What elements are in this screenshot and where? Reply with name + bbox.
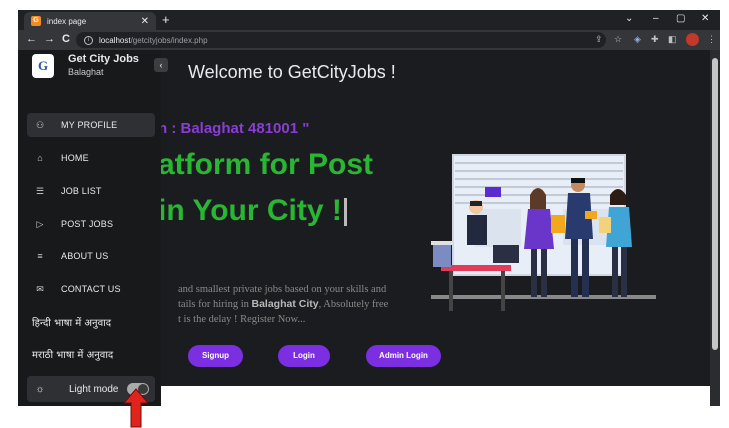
home-icon: ⌂	[37, 153, 43, 163]
tab-strip: G index page ✕ + ⌄ – ▢ ✕	[18, 10, 720, 30]
profile-avatar[interactable]	[686, 33, 699, 46]
close-window-button[interactable]: ✕	[701, 13, 709, 24]
tab-title: index page	[47, 16, 87, 26]
office-team-illustration	[431, 154, 656, 311]
scrollbar-thumb[interactable]	[712, 58, 718, 350]
sidebar-header: G Get City Jobs Balaghat	[18, 50, 161, 94]
browser-toolbar: ← → C i localhost/getcityjobs/index.php …	[18, 30, 720, 50]
share-icon[interactable]: ⇪	[595, 34, 603, 44]
translate-hindi-link[interactable]: हिन्दी भाषा में अनुवाद	[32, 315, 111, 329]
menu-dots-icon[interactable]: ⋮	[707, 34, 716, 44]
brand-city: Balaghat	[68, 67, 104, 77]
puzzle-extensions-icon[interactable]: ✚	[651, 34, 659, 44]
back-button[interactable]: ←	[26, 33, 37, 45]
city-line: n : Balaghat 481001 "	[158, 120, 310, 137]
maximize-button[interactable]: ▢	[676, 13, 685, 24]
signup-button[interactable]: Signup	[188, 345, 243, 367]
sidebar-item-home[interactable]: ⌂ HOME	[27, 146, 155, 170]
login-button[interactable]: Login	[278, 345, 330, 367]
light-mode-label: Light mode	[69, 383, 119, 395]
extension-icon[interactable]: ◈	[634, 34, 641, 44]
forward-button[interactable]: →	[44, 33, 55, 45]
about-icon: ≡	[37, 251, 43, 261]
list-icon: ☰	[35, 185, 45, 196]
new-tab-button[interactable]: +	[162, 13, 170, 27]
sidebar-item-about-us[interactable]: ≡ ABOUT US	[27, 244, 155, 268]
bookmark-star-icon[interactable]: ☆	[614, 34, 622, 44]
translate-marathi-link[interactable]: मराठी भाषा में अनुवाद	[32, 347, 113, 361]
favicon-icon: G	[31, 16, 41, 26]
browser-window: G index page ✕ + ⌄ – ▢ ✕ ← → C i localho…	[18, 10, 720, 406]
sidebar: G Get City Jobs Balaghat ‹ ⚇ MY PROFILE …	[18, 50, 168, 406]
sidebar-item-my-profile[interactable]: ⚇ MY PROFILE	[27, 113, 155, 137]
address-bar[interactable]: i localhost/getcityjobs/index.php	[76, 32, 606, 48]
brand-title: Get City Jobs	[68, 53, 139, 65]
description: and smallest private jobs based on your …	[178, 284, 389, 325]
sidebar-item-contact-us[interactable]: ✉ CONTACT US	[27, 277, 155, 301]
browser-tab[interactable]: G index page ✕	[24, 12, 156, 30]
url-text: localhost/getcityjobs/index.php	[99, 35, 208, 45]
sidebar-item-job-list[interactable]: ☰ JOB LIST	[27, 179, 155, 203]
tab-close-icon[interactable]: ✕	[141, 16, 149, 27]
minimize-button[interactable]: –	[653, 13, 659, 24]
user-icon: ⚇	[35, 119, 45, 130]
sun-icon: ☼	[35, 383, 45, 395]
admin-login-button[interactable]: Admin Login	[366, 345, 441, 367]
collapse-sidebar-button[interactable]: ‹	[154, 58, 168, 72]
reload-button[interactable]: C	[62, 33, 70, 45]
typing-cursor	[343, 198, 347, 227]
sidepanel-icon[interactable]: ◧	[668, 34, 677, 44]
send-icon: ▷	[36, 218, 44, 229]
tab-search-icon[interactable]: ⌄	[625, 13, 633, 24]
site-logo[interactable]: G	[32, 54, 54, 78]
contact-icon: ✉	[36, 283, 44, 294]
annotation-arrow-icon	[123, 388, 149, 428]
sidebar-item-post-jobs[interactable]: ▷ POST JOBS	[27, 212, 155, 236]
site-info-icon[interactable]: i	[84, 35, 93, 45]
headline-line-1: atform for Post	[158, 148, 374, 181]
welcome-heading: Welcome to GetCityJobs !	[188, 62, 396, 82]
headline-line-2: in Your City !	[158, 194, 347, 228]
